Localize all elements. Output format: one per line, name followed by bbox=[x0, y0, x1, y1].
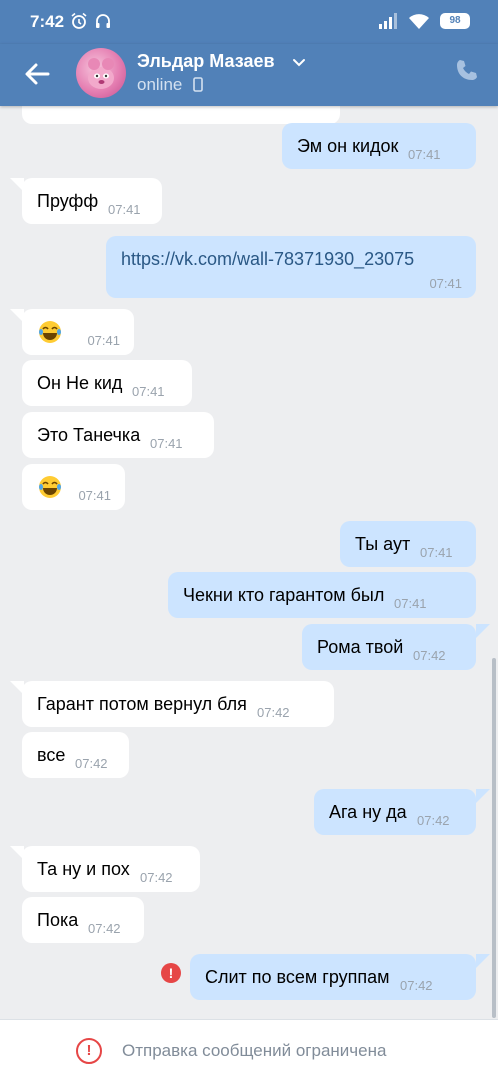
message-incoming[interactable]: Гарант потом вернул бля 07:42 bbox=[22, 681, 334, 727]
joy-emoji-icon bbox=[39, 476, 61, 498]
message-time: 07:42 bbox=[75, 756, 108, 771]
phone-call-icon[interactable] bbox=[454, 57, 480, 83]
message-time: 07:42 bbox=[140, 870, 173, 885]
message-text: Чекни кто гарантом был bbox=[183, 585, 385, 605]
message-link[interactable]: https://vk.com/wall-78371930_23075 bbox=[121, 249, 414, 270]
message-incoming[interactable]: Пруфф 07:41 bbox=[22, 178, 162, 224]
wifi-icon bbox=[409, 14, 429, 29]
message-incoming[interactable]: Это Танечка 07:41 bbox=[22, 412, 214, 458]
app-bar: Эльдар Мазаев online bbox=[0, 44, 498, 106]
message-time: 07:42 bbox=[417, 813, 450, 828]
message-incoming[interactable]: Пока 07:42 bbox=[22, 897, 144, 943]
message-incoming[interactable]: Он Не кид 07:41 bbox=[22, 360, 192, 406]
message-time: 07:41 bbox=[132, 384, 165, 399]
message-time: 07:41 bbox=[420, 545, 453, 560]
message-text: Ты аут bbox=[355, 534, 411, 554]
contact-status: online bbox=[137, 75, 183, 94]
pink-panther-avatar-icon bbox=[88, 58, 114, 89]
avatar[interactable] bbox=[76, 48, 126, 98]
message-time: 07:41 bbox=[150, 436, 183, 451]
message-text: все bbox=[37, 745, 66, 765]
message-outgoing[interactable]: https://vk.com/wall-78371930_23075 07:41 bbox=[106, 236, 476, 298]
message-partial[interactable] bbox=[22, 106, 340, 124]
message-time: 07:42 bbox=[88, 921, 121, 936]
message-incoming[interactable]: 07:41 bbox=[22, 309, 134, 355]
message-text: Эм он кидок bbox=[297, 136, 399, 156]
message-text: Он Не кид bbox=[37, 373, 123, 393]
message-text: Пока bbox=[37, 910, 79, 930]
message-time: 07:41 bbox=[408, 147, 441, 162]
message-outgoing[interactable]: Ага ну да 07:42 bbox=[314, 789, 476, 835]
message-incoming[interactable]: все 07:42 bbox=[22, 732, 129, 778]
message-text: Гарант потом вернул бля bbox=[37, 694, 247, 714]
message-time: 07:41 bbox=[108, 202, 141, 217]
status-time: 7:42 bbox=[30, 12, 65, 31]
mobile-device-icon bbox=[193, 77, 203, 92]
message-incoming[interactable]: 07:41 bbox=[22, 464, 125, 510]
message-time: 07:42 bbox=[257, 705, 290, 720]
scrollbar[interactable] bbox=[492, 658, 496, 1018]
message-time: 07:41 bbox=[78, 488, 111, 503]
message-time: 07:42 bbox=[413, 648, 446, 663]
warning-circle-icon: ! bbox=[76, 1038, 102, 1064]
contact-name[interactable]: Эльдар Мазаев bbox=[137, 51, 275, 72]
messaging-restricted-bar: ! Отправка сообщений ограничена bbox=[0, 1019, 498, 1080]
message-outgoing-failed[interactable]: Слит по всем группам 07:42 bbox=[190, 954, 476, 1000]
message-incoming[interactable]: Та ну и пох 07:42 bbox=[22, 846, 200, 892]
alarm-icon bbox=[71, 12, 87, 29]
message-time: 07:41 bbox=[87, 333, 120, 348]
message-text: Слит по всем группам bbox=[205, 967, 390, 987]
headphones-icon bbox=[96, 14, 110, 28]
message-time: 07:41 bbox=[394, 596, 427, 611]
message-text: Ага ну да bbox=[329, 802, 407, 822]
message-text: Пруфф bbox=[37, 191, 99, 211]
message-list[interactable]: Эм он кидок 07:41 Пруфф 07:41 https://vk… bbox=[0, 106, 498, 1019]
restricted-notice: Отправка сообщений ограничена bbox=[122, 1041, 387, 1060]
message-outgoing[interactable]: Рома твой 07:42 bbox=[302, 624, 476, 670]
status-bar: 7:42 98 bbox=[0, 0, 498, 44]
joy-emoji-icon bbox=[39, 321, 61, 343]
back-arrow-icon[interactable] bbox=[20, 57, 54, 91]
message-outgoing[interactable]: Эм он кидок 07:41 bbox=[282, 123, 476, 169]
message-outgoing[interactable]: Ты аут 07:41 bbox=[340, 521, 476, 567]
chevron-down-icon[interactable] bbox=[292, 58, 306, 68]
message-text: Рома твой bbox=[317, 637, 404, 657]
signal-icon bbox=[379, 13, 397, 29]
message-time: 07:42 bbox=[400, 978, 433, 993]
battery-icon: 98 bbox=[440, 13, 470, 29]
message-time: 07:41 bbox=[429, 276, 462, 291]
send-error-icon[interactable]: ! bbox=[161, 963, 181, 983]
message-text: Это Танечка bbox=[37, 425, 141, 445]
message-outgoing[interactable]: Чекни кто гарантом был 07:41 bbox=[168, 572, 476, 618]
message-text: Та ну и пох bbox=[37, 859, 130, 879]
